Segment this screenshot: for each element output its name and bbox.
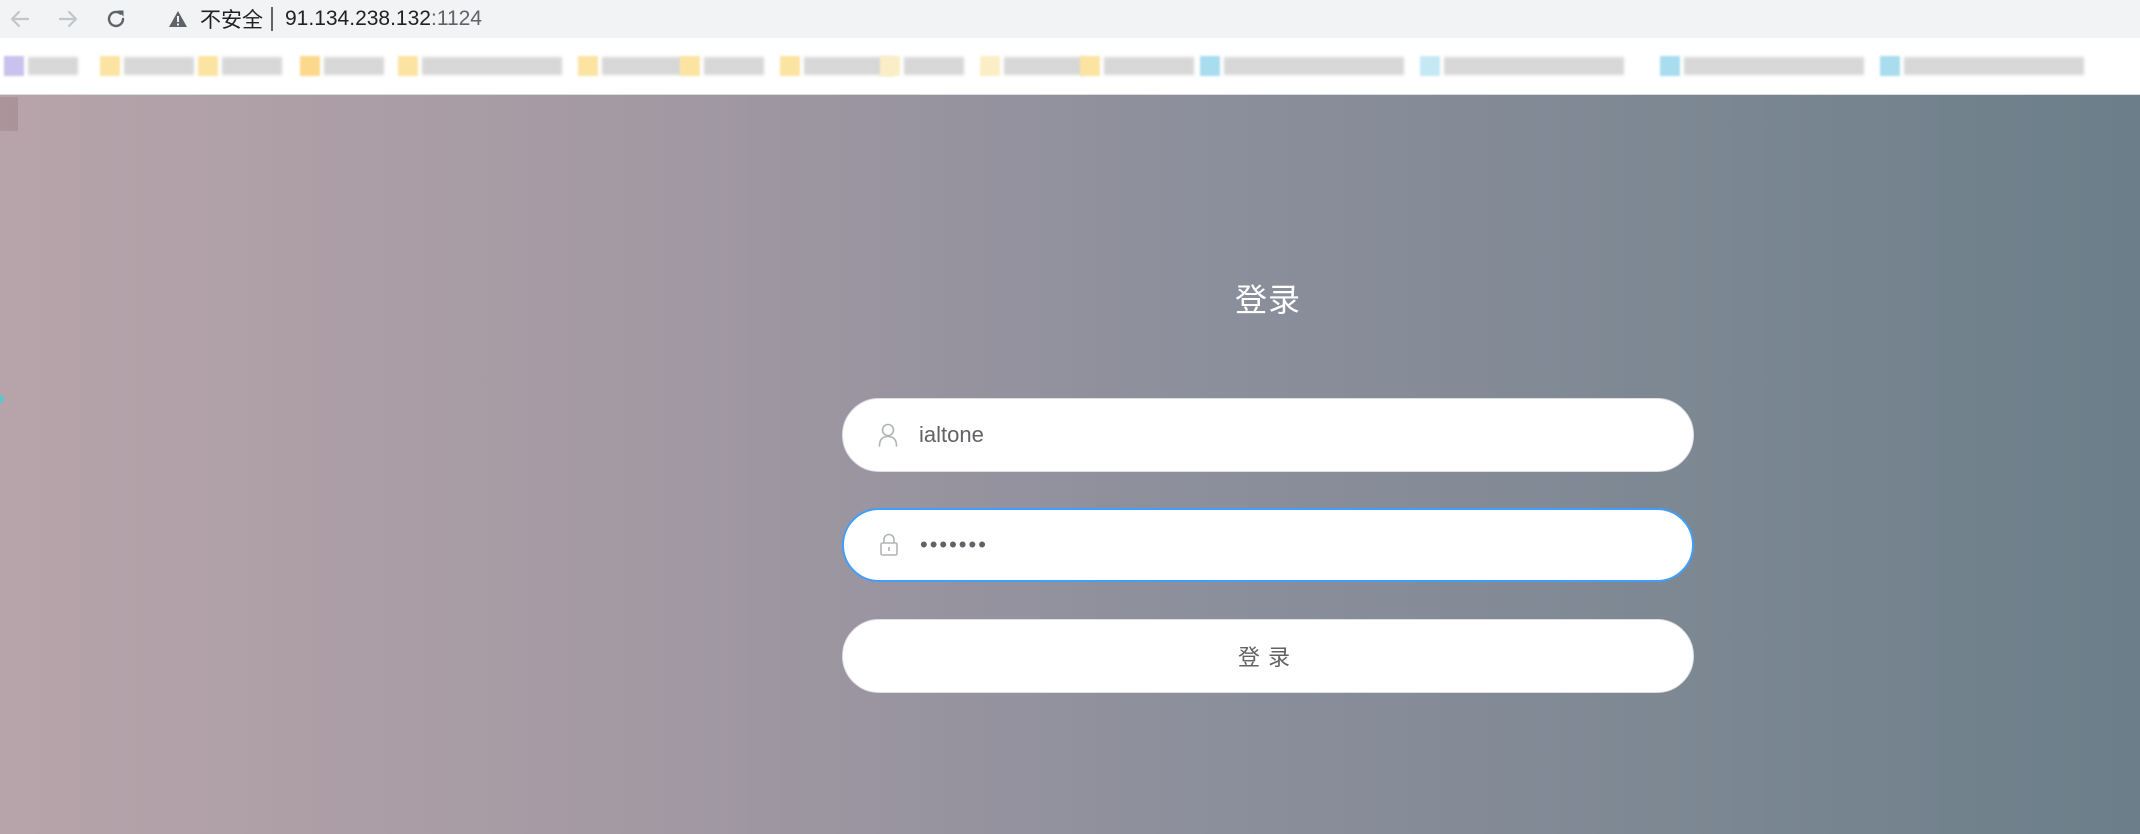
bookmark-item[interactable] [300,56,384,76]
forward-button[interactable] [52,3,84,35]
user-icon [877,422,899,448]
back-button[interactable] [4,3,36,35]
edge-indicator [0,395,4,403]
reload-icon [107,10,125,28]
bookmark-item[interactable] [1080,56,1194,76]
address-bar[interactable]: 不安全 91.134.238.132:1124 [150,0,2140,38]
lock-icon [878,532,900,558]
login-title: 登录 [1234,281,1301,319]
address-separator [271,7,273,31]
bookmark-item[interactable] [578,56,682,76]
corner-decoration [0,97,18,131]
warning-triangle-icon[interactable] [168,10,188,28]
bookmarks-bar [0,38,2140,95]
reload-button[interactable] [100,3,132,35]
bookmark-item[interactable] [1200,56,1404,76]
browser-toolbar: 不安全 91.134.238.132:1124 [0,0,2140,38]
bookmark-item[interactable] [680,56,764,76]
arrow-left-icon [10,10,30,28]
password-field[interactable] [842,508,1694,582]
username-input[interactable] [919,415,1619,455]
arrow-right-icon [58,10,78,28]
url-host[interactable]: 91.134.238.132 [285,7,431,31]
username-field[interactable] [842,398,1694,472]
login-button[interactable]: 登录 [842,619,1694,693]
password-input[interactable] [920,525,1620,565]
bookmark-item[interactable] [100,56,194,76]
security-status-label[interactable]: 不安全 [200,4,263,34]
bookmark-item[interactable] [198,56,282,76]
bookmark-item[interactable] [980,56,1084,76]
bookmark-item[interactable] [1420,56,1624,76]
bookmark-item[interactable] [1880,56,2084,76]
bookmark-item[interactable] [780,56,894,76]
bookmark-item[interactable] [398,56,562,76]
bookmark-item[interactable] [4,56,78,76]
login-page: 登录 登录 [0,95,2140,834]
bookmark-item[interactable] [880,56,964,76]
url-port[interactable]: :1124 [431,7,482,31]
bookmark-item[interactable] [1660,56,1864,76]
